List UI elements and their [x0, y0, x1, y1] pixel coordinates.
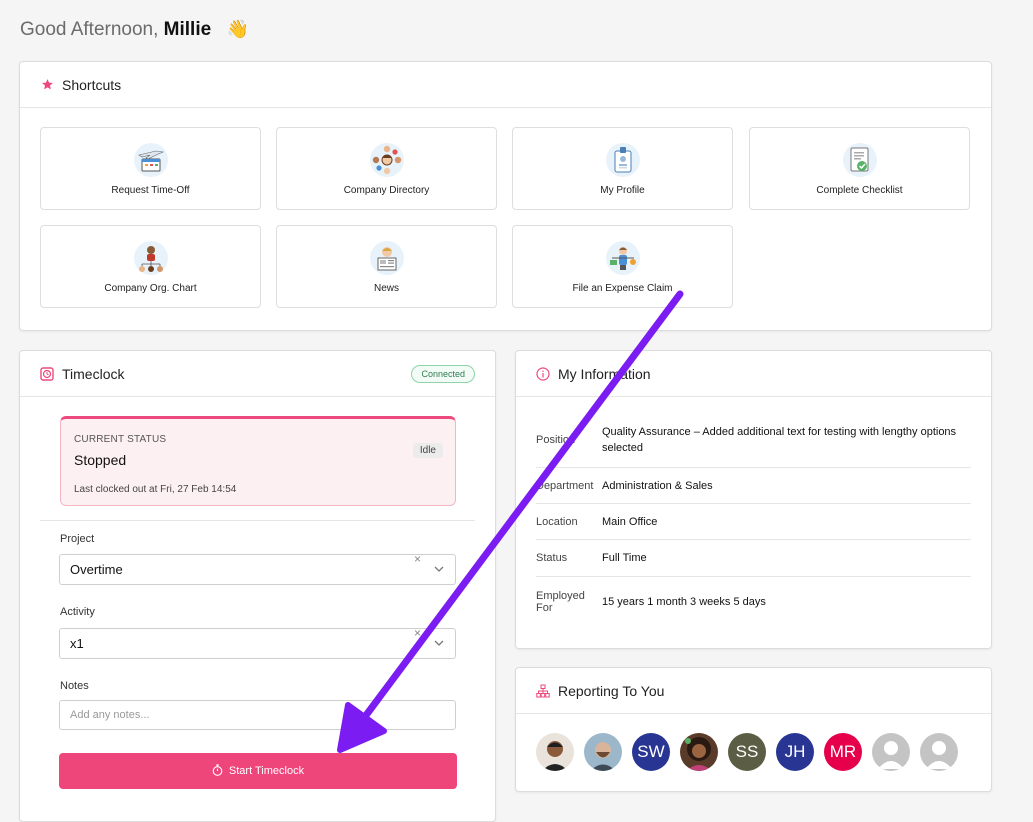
shortcut-company-org-chart[interactable]: Company Org. Chart [40, 225, 261, 308]
timeclock-header: Timeclock Connected [20, 351, 495, 397]
shortcut-file-expense-claim[interactable]: File an Expense Claim [512, 225, 733, 308]
start-timeclock-button[interactable]: Start Timeclock [59, 753, 457, 789]
status-value: Stopped [74, 452, 127, 468]
info-key: Location [536, 515, 578, 528]
info-row-status: Status Full Time [536, 540, 971, 577]
stopwatch-icon [212, 763, 223, 779]
activity-value: x1 [70, 636, 84, 651]
star-icon [40, 78, 54, 92]
reporting-header: Reporting To You [516, 668, 991, 714]
notes-input[interactable] [59, 700, 456, 730]
status-caption: CURRENT STATUS [74, 434, 167, 445]
shortcut-request-time-off[interactable]: Request Time-Off [40, 127, 261, 210]
waving-hand-icon: 👋 [226, 19, 249, 39]
clear-icon[interactable]: × [414, 626, 421, 640]
org-hierarchy-icon [536, 684, 550, 698]
info-value: Administration & Sales [602, 479, 713, 492]
info-key: Status [536, 552, 568, 564]
activity-label: Activity [60, 606, 95, 618]
info-row-position: Position Quality Assurance – Added addit… [536, 413, 971, 468]
my-information-header: My Information [516, 351, 991, 397]
avatar-initials: MR [829, 742, 857, 761]
avatar-initials: JH [784, 742, 806, 761]
shortcut-company-directory[interactable]: Company Directory [276, 127, 497, 210]
reporting-title: Reporting To You [558, 682, 665, 699]
project-select[interactable]: Overtime × [59, 552, 456, 585]
shortcut-my-profile[interactable]: My Profile [512, 127, 733, 210]
greeting: Good Afternoon, Millie 👋 [20, 19, 249, 41]
expense-scale-illustration-icon [605, 241, 640, 275]
checklist-illustration-icon [842, 143, 877, 177]
info-row-employed-for: Employed For 15 years 1 month 3 weeks 5 … [536, 577, 971, 627]
reporting-card: Reporting To You SW SS JH MR [515, 667, 992, 792]
chevron-down-icon[interactable] [433, 637, 445, 652]
activity-select[interactable]: x1 × [59, 626, 456, 659]
my-information-title: My Information [558, 365, 651, 382]
avatar[interactable]: SS [728, 733, 766, 771]
shortcuts-card: Shortcuts Request Time-Off Company Direc… [19, 61, 992, 331]
info-row-location: Location Main Office [536, 504, 971, 540]
info-icon [536, 366, 550, 381]
avatar[interactable] [680, 733, 718, 771]
shortcuts-title: Shortcuts [62, 76, 122, 93]
shortcut-label: Complete Checklist [816, 185, 903, 196]
avatar[interactable] [536, 733, 574, 771]
avatar[interactable] [584, 733, 622, 771]
notes-label: Notes [60, 680, 89, 692]
timeclock-title: Timeclock [62, 365, 125, 382]
clear-icon[interactable]: × [414, 552, 421, 566]
chevron-down-icon[interactable] [433, 563, 445, 578]
avatar-placeholder[interactable] [872, 733, 910, 771]
shortcut-label: Request Time-Off [111, 185, 190, 196]
connection-badge: Connected [411, 364, 475, 383]
airplane-calendar-illustration-icon [133, 143, 168, 177]
info-value: Full Time [602, 552, 647, 564]
avatar[interactable]: MR [824, 733, 862, 771]
shortcut-label: My Profile [600, 185, 645, 196]
info-value: Quality Assurance – Added additional tex… [602, 426, 957, 454]
shortcut-label: Company Directory [343, 185, 430, 196]
shortcuts-header: Shortcuts [20, 62, 991, 108]
divider [40, 520, 475, 521]
timeclock-card: Timeclock Connected CURRENT STATUS Stopp… [19, 350, 496, 822]
avatar-placeholder[interactable] [920, 733, 958, 771]
my-information-card: My Information Position Quality Assuranc… [515, 350, 992, 649]
avatar-initials: SS [735, 742, 759, 761]
shortcut-complete-checklist[interactable]: Complete Checklist [749, 127, 970, 210]
shortcut-label: Company Org. Chart [104, 283, 197, 294]
timeclock-icon [40, 366, 54, 381]
id-badge-illustration-icon [605, 143, 640, 177]
org-chart-illustration-icon [133, 241, 168, 275]
newspaper-reader-illustration-icon [369, 241, 404, 275]
avatar-list: SW SS JH MR [536, 733, 958, 771]
shortcut-label: News [373, 283, 399, 294]
last-clocked-text: Last clocked out at Fri, 27 Feb 14:54 [74, 484, 237, 495]
project-value: Overtime [70, 562, 123, 577]
current-status-panel: CURRENT STATUS Stopped Last clocked out … [60, 416, 456, 506]
avatar[interactable]: JH [776, 733, 814, 771]
people-network-illustration-icon [369, 143, 404, 177]
info-key: Position [536, 434, 576, 446]
start-timeclock-label: Start Timeclock [228, 765, 305, 777]
info-key: Department [536, 479, 594, 492]
shortcut-news[interactable]: News [276, 225, 497, 308]
avatar[interactable]: SW [632, 733, 670, 771]
info-value: 15 years 1 month 3 weeks 5 days [602, 596, 766, 608]
info-value: Main Office [602, 515, 658, 528]
info-row-department: Department Administration & Sales [536, 468, 971, 504]
shortcut-label: File an Expense Claim [572, 283, 673, 294]
idle-badge: Idle [412, 443, 443, 458]
greeting-name: Millie [163, 19, 212, 40]
greeting-prefix: Good Afternoon, [20, 19, 159, 40]
project-label: Project [60, 533, 95, 545]
info-key: Employed For [536, 590, 585, 614]
avatar-initials: SW [637, 742, 665, 761]
